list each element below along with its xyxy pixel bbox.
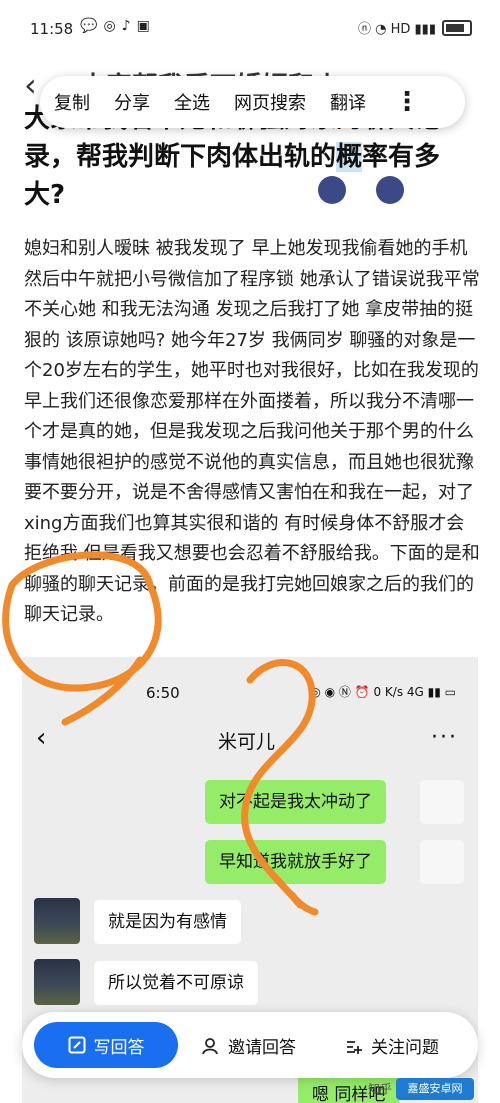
edit-icon [68,1036,85,1054]
chat-message: 就是因为有感情 [94,900,241,944]
back-arrow-icon[interactable]: ‹ [24,66,37,104]
chat-status-icons: ◎ ◉ Ⓝ ⏰ 0 K/s 4G ▮▮ ▭ [310,685,456,699]
tiktok-icon: ♪ [121,18,131,34]
follow-plus-icon [347,1040,362,1054]
status-bar: 11:58 💬 ◎ ♪ ▣ ⓝ ◔ HD ▮▮▮ [0,0,500,58]
question-body: 媳妇和别人暧昧 被我发现了 早上她发现我偷看她的手机 然后中午就把小号微信加了程… [24,238,480,625]
site-watermark-logo: 嘉盛安卓网 [396,1078,474,1100]
text-selection-menu: 复制 分享 全选 网页搜索 翻译 ⋮ [40,76,465,128]
avatar [420,840,464,884]
selected-text[interactable]: 概 [336,142,363,172]
chat-message: 所以觉着不可原谅 [94,961,258,1005]
message-icon: 💬 [80,18,98,34]
avatar [420,780,464,824]
chat-message: 对不起是我太冲动了 [205,780,386,824]
select-all-menu-item[interactable]: 全选 [174,89,210,115]
write-answer-button[interactable]: 写回答 [34,1022,178,1068]
chat-more-icon: ··· [431,725,458,750]
avatar [34,898,80,944]
signal-icons: ⓝ ◔ HD ▮▮▮ [358,22,436,37]
share-menu-item[interactable]: 分享 [114,89,150,115]
zhihu-watermark: 知乎 [367,1082,392,1096]
question-title-line2: 录，帮我判断下肉体出轨的 [24,142,337,172]
follow-question-button[interactable]: 关注问题 [345,1033,439,1058]
chat-back-icon: ‹ [36,723,47,753]
copy-menu-item[interactable]: 复制 [54,89,90,115]
invite-answer-button[interactable]: 邀请回答 [202,1033,296,1058]
chat-contact-name: 米可儿 [218,731,276,753]
follow-question-label: 关注问题 [371,1038,439,1058]
notification-icons: 💬 ◎ ♪ ▣ [80,18,150,34]
app-icon: ◎ [103,18,116,34]
status-time: 11:58 [30,20,74,38]
person-add-icon [202,1037,218,1054]
bottom-action-bar: 写回答 邀请回答 关注问题 [22,1012,478,1078]
chat-message: 早知道我就放手好了 [205,840,386,884]
write-answer-label: 写回答 [93,1037,145,1058]
question-title-line2-end: 率有多 [362,142,441,172]
web-search-menu-item[interactable]: 网页搜索 [234,89,306,115]
invite-answer-label: 邀请回答 [228,1038,296,1058]
selection-handle-right[interactable] [376,176,404,204]
system-icons: ⓝ ◔ HD ▮▮▮ [358,18,472,37]
battery-icon [442,19,472,36]
avatar [34,959,80,1005]
more-options-icon[interactable]: ⋮ [394,87,420,117]
chat-status-time: 6:50 [146,684,180,702]
translate-menu-item[interactable]: 翻译 [330,89,366,115]
question-title-line3: 大? [24,180,66,210]
selection-handle-left[interactable] [318,176,346,204]
news-icon: ▣ [136,18,150,34]
